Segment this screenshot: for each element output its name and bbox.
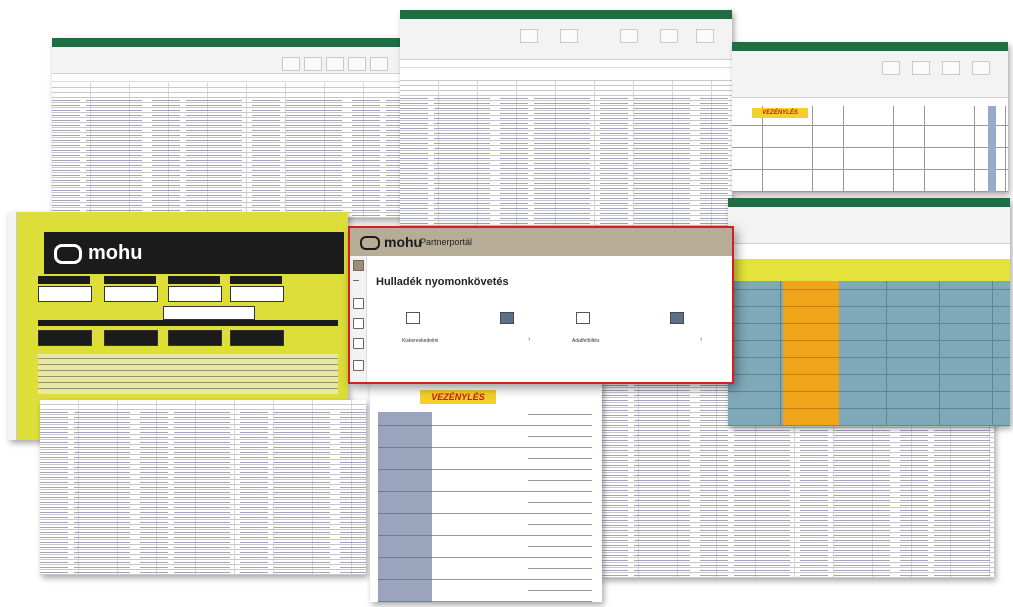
yellow-header-cell [38,276,90,284]
form-value-column [492,412,528,602]
yellow-dark-cell [230,330,284,346]
sheet-cells [40,408,366,575]
mohu-banner: mohu [44,232,344,274]
sheet-cells [400,98,732,226]
menu-item-adatfeltoltes[interactable]: Adatfeltöltés [572,338,600,344]
chevron-right-icon[interactable]: › [528,336,530,343]
yellow-field[interactable] [104,286,158,302]
file-icon[interactable] [353,318,364,329]
partner-portal-window: mohu Partnerportál Hulladék nyomonköveté… [348,226,734,384]
yellow-header-cell [168,276,220,284]
settings-icon[interactable] [353,360,364,371]
yellow-field[interactable] [38,286,92,302]
mohu-logo-icon [54,243,82,264]
vezenyles-table: VEZÉNYLÉS [732,106,1008,192]
edit-icon[interactable] [576,312,590,324]
yellow-center-field[interactable] [163,306,255,320]
formula-bar [400,60,732,68]
menu-item-kiskereskedelmi[interactable]: Kiskereskedelmi [402,338,438,344]
excel-ribbon [732,51,1008,98]
portal-label: Partnerportál [420,237,473,247]
menu-icon[interactable] [353,280,359,281]
excel-ribbon [728,207,1010,244]
document-icon[interactable] [353,298,364,309]
portal-sidebar [350,256,367,382]
summary-header-band [728,259,1010,281]
spreadsheet-window-bottom-left [40,400,366,575]
vezenyles-title: VEZÉNYLÉS [752,108,808,118]
portal-logo: mohu [360,234,423,251]
mohu-logo-text: mohu [88,242,143,264]
form-left-column [378,412,432,602]
page-title: Hulladék nyomonkövetés [376,276,509,288]
form-right-column [528,412,592,602]
yellow-field[interactable] [230,286,284,302]
highlighted-column [783,281,839,426]
row-headers [8,212,17,440]
portal-header: mohu Partnerportál [350,228,732,256]
excel-ribbon [400,19,732,60]
document-icon[interactable] [406,312,420,324]
home-icon[interactable] [353,260,364,271]
excel-ribbon [52,47,412,74]
chart-icon[interactable] [353,338,364,349]
spreadsheet-window-top-left [52,38,412,218]
list-icon[interactable] [500,312,514,324]
spreadsheet-window-top-right: VEZÉNYLÉS [732,42,1008,192]
sheet-cells [52,98,412,218]
mohu-logo-icon [360,236,380,251]
yellow-dark-cell [38,330,92,346]
vezenyles-form-title: VEZÉNYLÉS [420,390,496,404]
formula-bar [52,74,412,82]
yellow-dark-cell [168,330,222,346]
excel-title-bar [728,198,1010,207]
excel-title-bar [400,10,732,19]
spreadsheet-window-top-center [400,10,732,226]
yellow-header-cell [230,276,282,284]
summary-table [728,281,1010,426]
excel-title-bar [52,38,412,47]
yellow-field[interactable] [168,286,222,302]
yellow-band [38,320,338,326]
table-icon[interactable] [670,312,684,324]
portal-logo-text: mohu [384,234,423,250]
vezenyles-form: VEZÉNYLÉS [370,380,602,602]
yellow-notes [38,354,338,394]
yellow-header-cell [104,276,156,284]
form-middle-column [432,412,492,602]
spreadsheet-window-right-orange [728,198,1010,426]
yellow-dark-cell [104,330,158,346]
scrollbar[interactable] [988,106,996,192]
excel-title-bar [732,42,1008,51]
mohu-logo: mohu [54,242,142,265]
chevron-right-icon[interactable]: › [700,336,702,343]
